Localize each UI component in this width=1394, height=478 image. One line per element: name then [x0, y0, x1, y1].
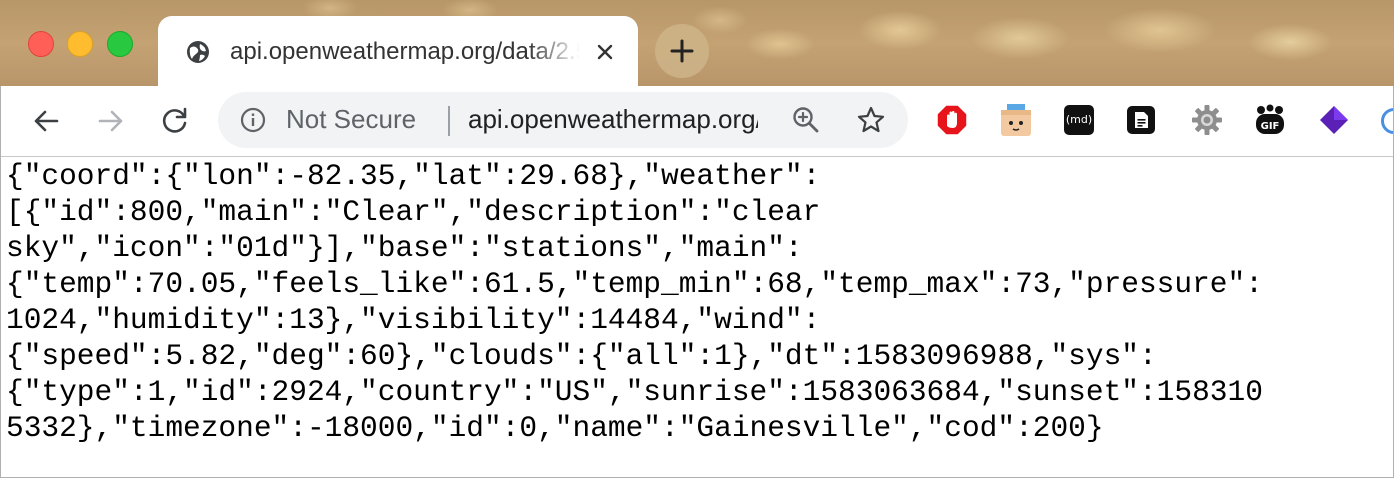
- document-icon[interactable]: [1127, 106, 1155, 134]
- back-arrow-icon[interactable]: [31, 106, 61, 136]
- zoom-in-icon[interactable]: [792, 106, 820, 134]
- stop-hand-icon[interactable]: [936, 104, 968, 136]
- address-separator: [448, 106, 450, 136]
- reload-icon[interactable]: [160, 106, 190, 136]
- tab-title: api.openweathermap.org/data/2.5/weather: [230, 38, 580, 65]
- new-tab-button[interactable]: [655, 24, 709, 78]
- markdown-icon-label: (md): [1065, 113, 1093, 126]
- window-close-button[interactable]: [28, 31, 54, 57]
- toolbar: Not Secure api.openweathermap.org/data/2…: [0, 86, 1394, 156]
- forward-arrow-icon[interactable]: [96, 106, 126, 136]
- diamond-icon[interactable]: [1318, 104, 1350, 136]
- gif-icon[interactable]: GIF: [1254, 104, 1286, 136]
- gif-icon-label: GIF: [1261, 121, 1280, 132]
- globe-icon: [187, 41, 209, 63]
- security-status-label[interactable]: Not Secure: [286, 104, 416, 135]
- window-minimize-button[interactable]: [67, 31, 93, 57]
- window-border-left: [0, 86, 1, 478]
- document-glyph-icon: [1135, 112, 1148, 128]
- plus-icon: [670, 39, 694, 63]
- face-icon[interactable]: [1000, 104, 1032, 136]
- toolbar-divider: [0, 156, 1394, 157]
- title-bar: api.openweathermap.org/data/2.5/weather: [0, 0, 1394, 86]
- url-text[interactable]: api.openweathermap.org/data/2.5/weather: [468, 104, 758, 135]
- window-maximize-button[interactable]: [107, 31, 133, 57]
- browser-tab[interactable]: api.openweathermap.org/data/2.5/weather: [158, 16, 638, 86]
- star-icon[interactable]: [856, 105, 886, 135]
- info-icon[interactable]: [240, 107, 266, 133]
- json-response-body: {"coord":{"lon":-82.35,"lat":29.68},"wea…: [6, 159, 1263, 445]
- gear-icon[interactable]: [1191, 104, 1223, 136]
- url-value: api.openweathermap.org/data/2.5/weather: [468, 104, 758, 134]
- address-bar[interactable]: Not Secure api.openweathermap.org/data/2…: [218, 92, 908, 148]
- markdown-icon[interactable]: (md): [1064, 105, 1094, 135]
- close-icon[interactable]: [594, 41, 616, 63]
